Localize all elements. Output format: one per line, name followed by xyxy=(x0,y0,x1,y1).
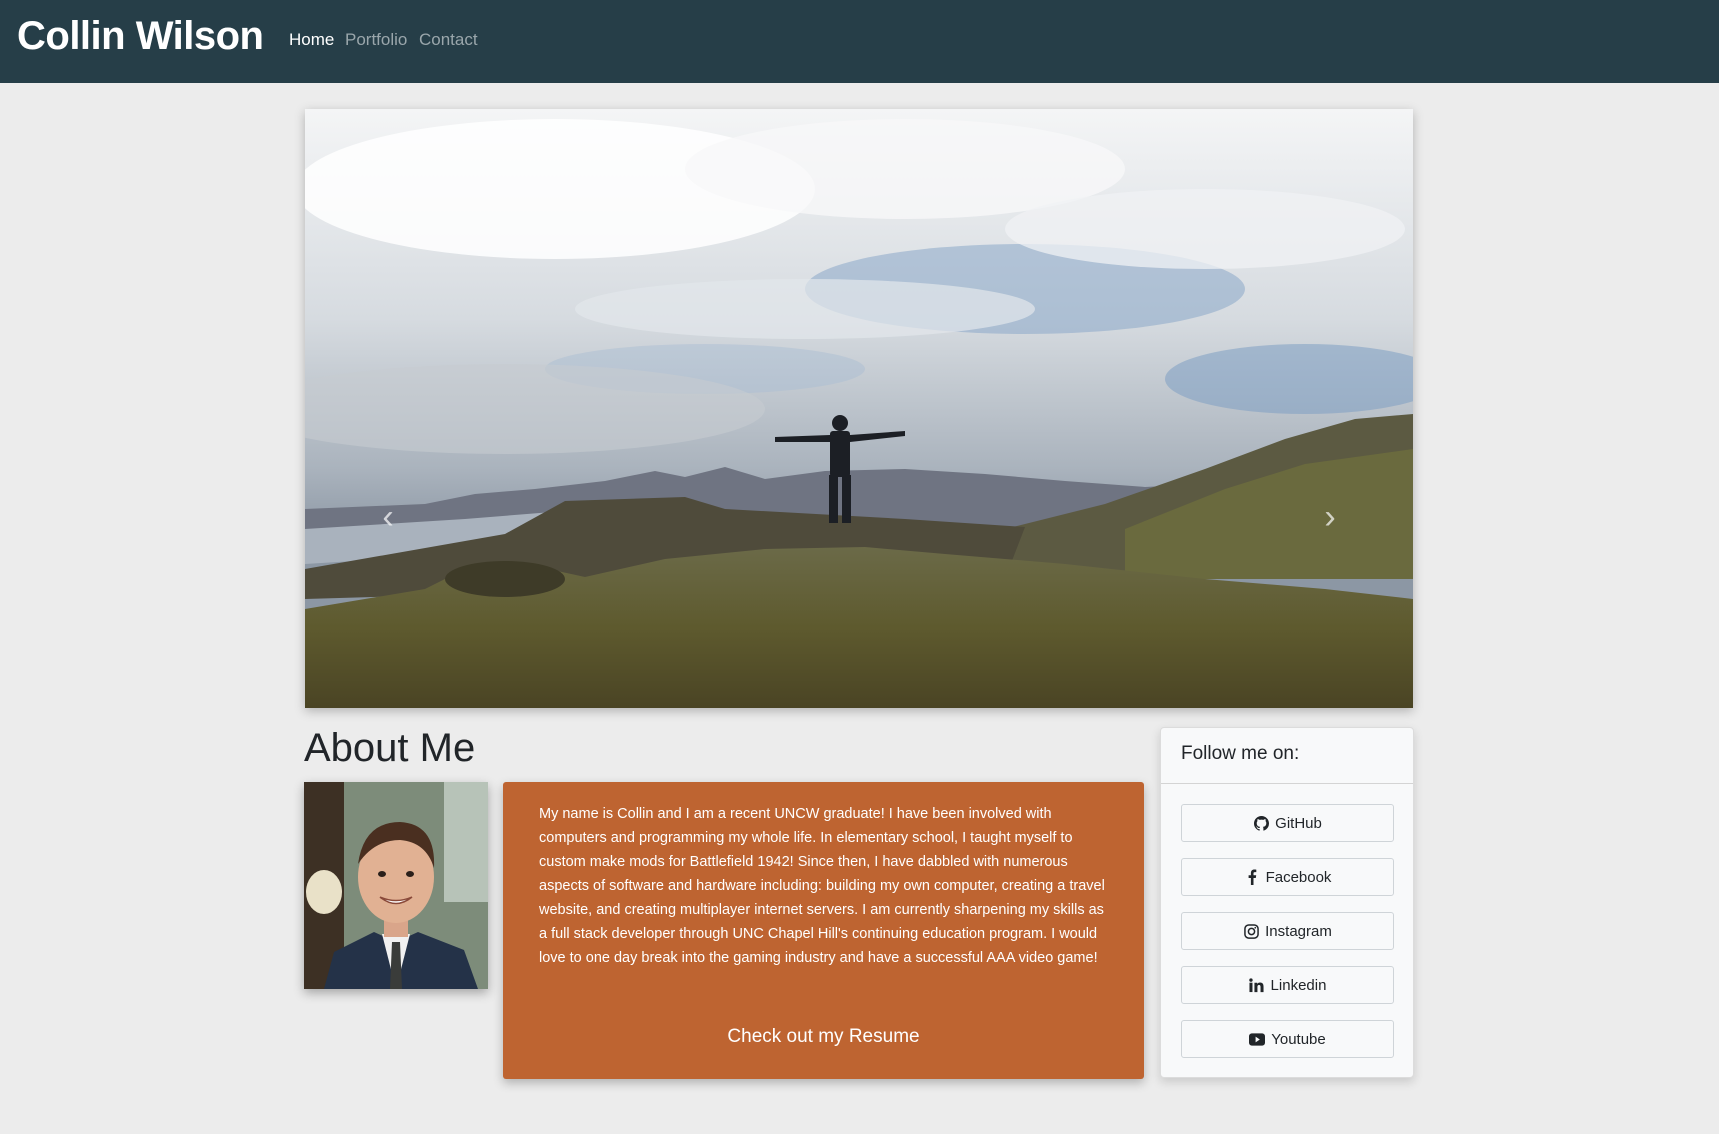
hero-carousel: ‹ › xyxy=(305,109,1413,708)
about-title: About Me xyxy=(304,726,476,770)
chevron-right-icon[interactable]: › xyxy=(1310,497,1350,537)
youtube-label: Youtube xyxy=(1271,1030,1326,1048)
facebook-label: Facebook xyxy=(1265,868,1332,886)
github-label: GitHub xyxy=(1275,814,1322,832)
bio-text: My name is Collin and I am a recent UNCW… xyxy=(539,806,1105,966)
profile-portrait xyxy=(304,782,488,989)
github-icon xyxy=(1253,815,1269,831)
nav-contact[interactable]: Contact xyxy=(419,30,478,50)
bio-card: My name is Collin and I am a recent UNCW… xyxy=(503,782,1144,1079)
brand-logo[interactable]: Collin Wilson xyxy=(17,14,264,59)
facebook-icon xyxy=(1244,869,1260,885)
youtube-icon xyxy=(1249,1031,1266,1047)
resume-link[interactable]: Check out my Resume xyxy=(503,1026,1144,1048)
nav-portfolio[interactable]: Portfolio xyxy=(345,30,407,50)
linkedin-icon xyxy=(1249,977,1265,993)
follow-card: Follow me on: GitHub Facebook Instagram … xyxy=(1160,727,1414,1078)
facebook-button[interactable]: Facebook xyxy=(1181,858,1394,896)
github-button[interactable]: GitHub xyxy=(1181,804,1394,842)
linkedin-button[interactable]: Linkedin xyxy=(1181,966,1394,1004)
instagram-icon xyxy=(1243,923,1259,939)
instagram-button[interactable]: Instagram xyxy=(1181,912,1394,950)
navbar: Collin Wilson Home Portfolio Contact xyxy=(0,0,1719,83)
follow-title: Follow me on: xyxy=(1181,743,1300,764)
youtube-button[interactable]: Youtube xyxy=(1181,1020,1394,1058)
hero-landscape-photo xyxy=(305,109,1413,708)
nav-home[interactable]: Home xyxy=(289,30,334,50)
instagram-label: Instagram xyxy=(1265,922,1332,940)
follow-card-header: Follow me on: xyxy=(1161,728,1413,784)
linkedin-label: Linkedin xyxy=(1270,976,1327,994)
chevron-left-icon[interactable]: ‹ xyxy=(368,497,408,537)
